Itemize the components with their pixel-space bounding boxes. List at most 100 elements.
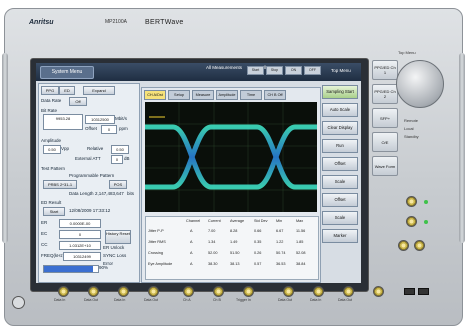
bit-rate-input[interactable]: 10312500: [85, 115, 115, 124]
sfp-key[interactable]: SFP+: [372, 108, 398, 128]
ec-label: EC: [41, 231, 48, 236]
tab-ed[interactable]: ED: [59, 86, 75, 95]
label-data-out-4: Data Out: [338, 298, 353, 302]
tab-setup[interactable]: Setup: [168, 90, 190, 100]
power-switch[interactable]: [12, 296, 25, 309]
start-button[interactable]: Start: [43, 207, 65, 216]
oe-key[interactable]: O/E: [372, 132, 398, 152]
connector-aux[interactable]: [373, 286, 384, 297]
pattern-select[interactable]: PRBS 2^31-1: [43, 180, 77, 189]
progress-fill: [44, 266, 93, 272]
auto-scale-button[interactable]: Auto Scale: [322, 103, 358, 117]
start-time: 12/08/2009 17:33:12: [69, 208, 111, 213]
outputs-off-button[interactable]: OFF: [304, 66, 321, 75]
connector-data-in-2[interactable]: [118, 286, 129, 297]
relative-input[interactable]: 0.50: [111, 145, 129, 154]
label-data-in-3: Data In: [310, 298, 322, 302]
optical-connector-1[interactable]: [406, 196, 417, 207]
tab-amplitude[interactable]: Amplitude: [216, 90, 238, 100]
tab-ch-a[interactable]: CH A/Dst: [144, 90, 166, 100]
remote-label: Remote: [404, 118, 419, 123]
scale-button-1[interactable]: Scale: [322, 175, 358, 189]
scale-button-2[interactable]: Scale: [322, 211, 358, 225]
tab-time[interactable]: Time: [240, 90, 262, 100]
outputs-on-button[interactable]: ON: [285, 66, 302, 75]
external-att-label: External ATT: [75, 156, 101, 161]
usb-port-1[interactable]: [404, 288, 415, 295]
connector-trigger-in[interactable]: [243, 286, 254, 297]
expand-button[interactable]: Expand: [83, 86, 115, 95]
offset-input[interactable]: 0: [101, 125, 117, 134]
standby-label: Standby: [404, 134, 419, 139]
measurement-value: 0.26: [254, 251, 262, 255]
usb-port-2[interactable]: [418, 288, 429, 295]
connector-data-out-1[interactable]: [88, 286, 99, 297]
label-data-in-1: Data In: [54, 298, 66, 302]
amplitude-input[interactable]: 0.50: [43, 145, 61, 154]
offset-button-2[interactable]: Offset: [322, 193, 358, 207]
measurement-value: 0.57: [254, 262, 262, 266]
waveform-key[interactable]: Wave Form: [372, 156, 398, 176]
bit-rate-unit: Mbit/s: [115, 116, 128, 121]
label-data-in-2: Data In: [114, 298, 126, 302]
eye-trace-low-high: [142, 124, 320, 190]
eye-diagram-window: CH A/Dst Setup Measure Amplitude Time CH…: [141, 87, 321, 283]
optical-connector-2[interactable]: [406, 216, 417, 227]
top-bar: System Menu All Measurements All Outputs…: [36, 63, 361, 81]
measurement-value: 50.74: [276, 251, 286, 255]
clear-display-button[interactable]: Clear Display: [322, 121, 358, 135]
tab-ppg[interactable]: PPG: [41, 86, 59, 95]
run-button[interactable]: Run: [322, 139, 358, 153]
marker-button[interactable]: Marker: [322, 229, 358, 243]
cc-value: 1.0312E+10: [59, 241, 101, 250]
ec-value: 0: [59, 230, 101, 239]
sampling-start-button[interactable]: Sampling Start: [322, 85, 358, 99]
connector-data-in-3[interactable]: [313, 286, 324, 297]
left-handle: [2, 53, 8, 243]
connector-data-out-4[interactable]: [343, 286, 354, 297]
offset-label: Offset: [85, 126, 97, 131]
bit-rate-label: Bit Rate: [41, 108, 58, 113]
measurement-table: Channel Current Average Std Dev Min Max …: [145, 216, 319, 280]
measurement-name: Jitter P-P: [148, 229, 164, 233]
ppg-ed-panel: PPG ED Expand Data Rate Off Bit Rate 995…: [38, 83, 140, 283]
progress-label: 90%: [99, 265, 109, 270]
connector-ch-a[interactable]: [183, 286, 194, 297]
connector-ch-b[interactable]: [213, 286, 224, 297]
external-att-input[interactable]: 0: [111, 155, 123, 164]
measurement-value: 52.08: [296, 251, 306, 255]
cc-label: CC: [41, 242, 48, 247]
measurement-value: 1.22: [276, 240, 284, 244]
connector-data-out-2[interactable]: [148, 286, 159, 297]
stop-all-button[interactable]: Stop: [266, 66, 283, 75]
system-menu-button[interactable]: System Menu: [40, 66, 94, 79]
ppg-ed-ch1-key[interactable]: PPG/ED Ch 1: [372, 60, 398, 80]
start-all-button[interactable]: Start: [247, 66, 264, 75]
measurement-name: Crossing: [148, 251, 163, 255]
data-rate-button[interactable]: Off: [69, 97, 87, 106]
data-length-label: Data Length: [69, 191, 94, 196]
measurement-value: 1.85: [296, 240, 304, 244]
tab-ch-b[interactable]: CH B Off: [264, 90, 286, 100]
pos-button[interactable]: POS: [109, 180, 127, 189]
optical-connector-3[interactable]: [398, 240, 409, 251]
ppg-ed-ch2-key[interactable]: PPG/ED Ch 2: [372, 84, 398, 104]
offset-button-1[interactable]: Offset: [322, 157, 358, 171]
measurement-value: 52.00: [208, 251, 218, 255]
history-reset-button[interactable]: History Reset: [105, 230, 131, 244]
rotary-knob[interactable]: [396, 60, 444, 108]
top-menu-hardkey-label: Top Menu: [398, 50, 416, 55]
product-name: BERTWave: [145, 19, 184, 26]
connector-data-in-1[interactable]: [58, 286, 69, 297]
measurement-value: 8.28: [230, 229, 238, 233]
eye-diagram-display[interactable]: [142, 102, 320, 212]
top-menu-label[interactable]: Top Menu: [331, 68, 351, 74]
bit-rate-preset[interactable]: 9953.28: [43, 114, 83, 130]
er-unlock-label: ER Unlock: [103, 245, 125, 250]
eye-trace-high-low: [142, 124, 320, 190]
label-data-out-2: Data Out: [144, 298, 159, 302]
optical-connector-4[interactable]: [414, 240, 425, 251]
measurement-value: A: [190, 229, 193, 233]
connector-data-out-3[interactable]: [283, 286, 294, 297]
tab-measure[interactable]: Measure: [192, 90, 214, 100]
